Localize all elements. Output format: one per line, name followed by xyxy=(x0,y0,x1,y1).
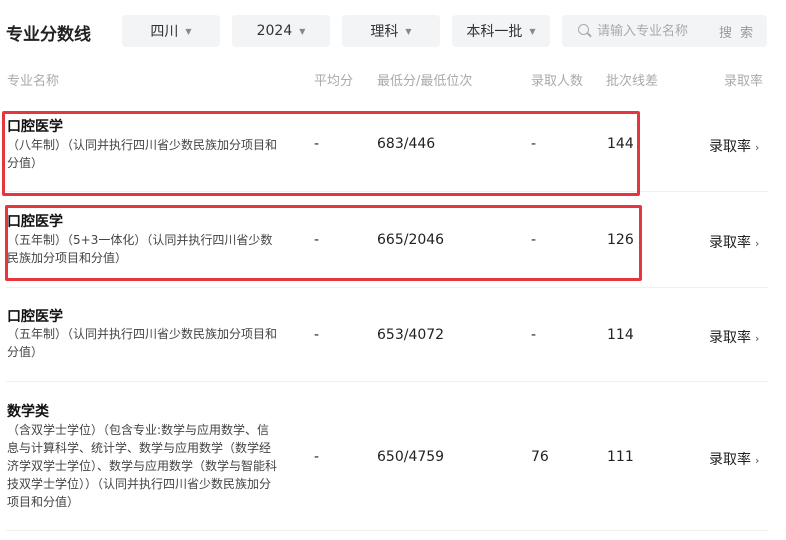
admission-rate-label: 录取率 xyxy=(709,452,751,468)
col-min-score-rank: 最低分/最低位次 xyxy=(377,74,473,89)
page-title: 专业分数线 xyxy=(6,25,91,45)
caret-down-icon: ▼ xyxy=(529,26,536,36)
province-dropdown-value: 四川 xyxy=(150,24,179,40)
chevron-right-icon: › xyxy=(755,237,760,250)
year-dropdown-value: 2024 xyxy=(256,23,293,39)
highlight-box xyxy=(5,205,642,281)
search-input[interactable] xyxy=(597,23,715,39)
batch-dropdown-value: 本科一批 xyxy=(466,24,523,40)
col-admission-rate: 录取率 xyxy=(724,74,764,89)
admitted-count: - xyxy=(531,327,537,343)
subject-dropdown-value: 理科 xyxy=(370,24,399,40)
admission-rate-label: 录取率 xyxy=(709,139,751,155)
admission-rate-label: 录取率 xyxy=(709,330,751,346)
major-description: （五年制）（认同并执行四川省少数民族加分项目和分值） xyxy=(7,327,278,359)
admission-rate-link[interactable]: 录取率 › xyxy=(709,136,759,156)
admission-rate-label: 录取率 xyxy=(709,235,751,251)
admitted-count: 76 xyxy=(531,449,549,465)
chevron-right-icon: › xyxy=(755,141,760,154)
subject-dropdown[interactable]: 理科 ▼ xyxy=(342,15,440,47)
major-description: （含双学士学位）（包含专业:数学与应用数学、信息与计算科学、统计学、数学与应用数… xyxy=(7,423,278,509)
min-score-rank: 653/4072 xyxy=(377,327,445,343)
chevron-right-icon: › xyxy=(755,332,760,345)
col-major-name: 专业名称 xyxy=(7,74,60,89)
admission-rate-link[interactable]: 录取率 › xyxy=(709,327,759,347)
average-score: - xyxy=(314,327,320,343)
col-average-score: 平均分 xyxy=(314,74,354,89)
caret-down-icon: ▼ xyxy=(405,26,412,36)
batch-diff: 114 xyxy=(607,327,634,343)
table-row: 数学类 （含双学士学位）（包含专业:数学与应用数学、信息与计算科学、统计学、数学… xyxy=(6,383,768,531)
major-name: 数学类 xyxy=(7,404,49,420)
caret-down-icon: ▼ xyxy=(299,26,306,36)
col-batch-diff: 批次线差 xyxy=(606,74,659,89)
table-row: 口腔医学 （五年制）（认同并执行四川省少数民族加分项目和分值） - 653/40… xyxy=(6,289,768,382)
search-icon xyxy=(578,24,592,38)
highlight-box xyxy=(2,111,640,196)
chevron-right-icon: › xyxy=(755,454,760,467)
top-bar: 专业分数线 四川 ▼ 2024 ▼ 理科 ▼ 本科一批 ▼ 搜 索 xyxy=(0,0,786,64)
major-name: 口腔医学 xyxy=(7,309,63,325)
province-dropdown[interactable]: 四川 ▼ xyxy=(122,15,220,47)
admission-rate-link[interactable]: 录取率 › xyxy=(709,449,759,469)
year-dropdown[interactable]: 2024 ▼ xyxy=(232,15,330,47)
table-header: 专业名称 平均分 最低分/最低位次 录取人数 批次线差 录取率 xyxy=(0,70,786,90)
average-score: - xyxy=(314,449,320,465)
caret-down-icon: ▼ xyxy=(185,26,192,36)
col-admitted-count: 录取人数 xyxy=(531,74,584,89)
admission-rate-link[interactable]: 录取率 › xyxy=(709,232,759,252)
min-score-rank: 650/4759 xyxy=(377,449,445,465)
search-box: 搜 索 xyxy=(562,15,767,47)
search-button[interactable]: 搜 索 xyxy=(719,22,755,41)
batch-diff: 111 xyxy=(607,449,634,465)
batch-dropdown[interactable]: 本科一批 ▼ xyxy=(452,15,550,47)
